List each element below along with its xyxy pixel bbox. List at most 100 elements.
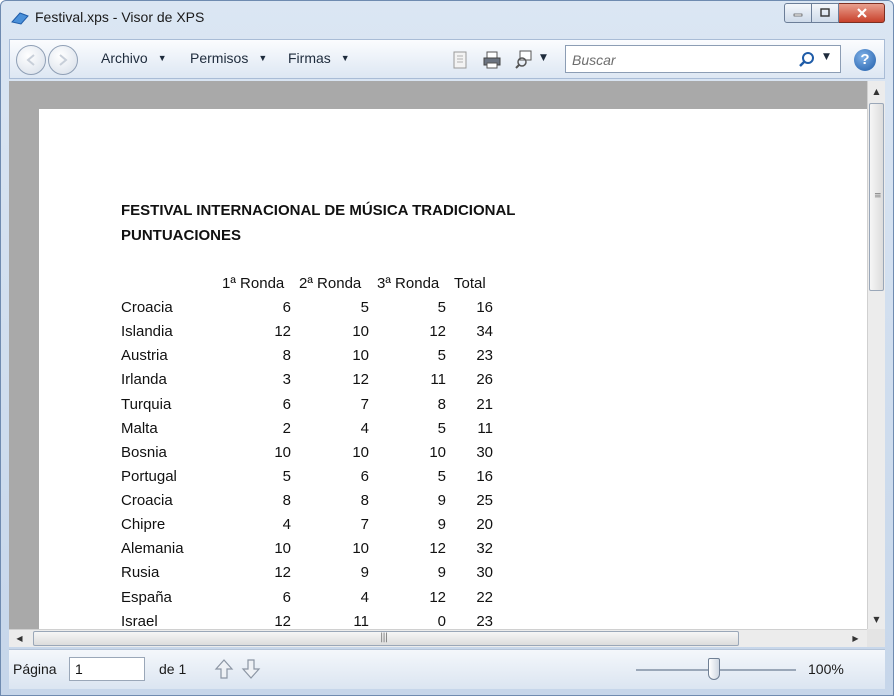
total-score: 22 bbox=[476, 589, 493, 606]
country-name: Irlanda bbox=[121, 371, 167, 388]
table-row: Irlanda 3 12 11 26 bbox=[121, 371, 501, 395]
table-row: Israel 12 11 0 23 bbox=[121, 613, 501, 629]
vertical-scrollbar[interactable]: ▲ ≡ ▼ bbox=[867, 81, 885, 629]
round-1-score: 6 bbox=[282, 396, 291, 413]
document-icon[interactable] bbox=[450, 50, 470, 70]
country-name: Croacia bbox=[121, 492, 173, 509]
round-2-score: 9 bbox=[360, 564, 369, 581]
table-row: Bosnia 10 10 10 30 bbox=[121, 444, 501, 468]
back-button[interactable] bbox=[16, 45, 46, 75]
menu-archivo[interactable]: Archivo ▼ bbox=[101, 50, 167, 66]
round-3-score: 5 bbox=[437, 468, 446, 485]
total-score: 11 bbox=[477, 420, 493, 437]
round-3-score: 12 bbox=[429, 589, 446, 606]
chevron-down-icon[interactable]: ▼ bbox=[823, 52, 830, 62]
table-row: Portugal 5 6 5 16 bbox=[121, 468, 501, 492]
round-1-score: 8 bbox=[282, 492, 291, 509]
round-1-score: 5 bbox=[282, 468, 291, 485]
total-score: 32 bbox=[476, 540, 493, 557]
forward-button[interactable] bbox=[48, 45, 78, 75]
round-1-score: 10 bbox=[274, 540, 291, 557]
page-down-icon[interactable] bbox=[241, 657, 261, 681]
minimize-button[interactable] bbox=[784, 3, 812, 23]
country-name: Turquia bbox=[121, 396, 172, 413]
document-page: FESTIVAL INTERNACIONAL DE MÚSICA TRADICI… bbox=[39, 109, 867, 629]
country-name: Israel bbox=[121, 613, 158, 629]
grip-icon: ||| bbox=[380, 632, 388, 643]
chevron-down-icon: ▼ bbox=[157, 53, 167, 63]
menu-permisos[interactable]: Permisos ▼ bbox=[190, 50, 267, 66]
horizontal-scrollbar[interactable]: ◀ ||| ▶ bbox=[9, 629, 867, 647]
printer-icon[interactable] bbox=[482, 50, 502, 70]
total-score: 30 bbox=[476, 564, 493, 581]
round-1-score: 3 bbox=[282, 371, 291, 388]
round-2-score: 10 bbox=[352, 347, 369, 364]
page-count-label: de 1 bbox=[159, 661, 187, 677]
round-1-score: 12 bbox=[274, 323, 291, 340]
total-score: 20 bbox=[476, 516, 493, 533]
document-title: FESTIVAL INTERNACIONAL DE MÚSICA TRADICI… bbox=[121, 202, 516, 219]
menu-firmas[interactable]: Firmas ▼ bbox=[288, 50, 350, 66]
search-box[interactable]: ▼ bbox=[565, 45, 841, 73]
total-score: 21 bbox=[476, 396, 493, 413]
round-3-score: 0 bbox=[437, 613, 446, 629]
round-3-score: 9 bbox=[437, 516, 446, 533]
round-3-score: 5 bbox=[437, 299, 446, 316]
search-icon[interactable] bbox=[798, 51, 816, 69]
total-score: 30 bbox=[476, 444, 493, 461]
search-input[interactable] bbox=[572, 50, 792, 70]
table-row: Austria 8 10 5 23 bbox=[121, 347, 501, 371]
scroll-up-arrow-icon[interactable]: ▲ bbox=[868, 83, 885, 100]
scroll-down-arrow-icon[interactable]: ▼ bbox=[868, 611, 885, 628]
country-name: Chipre bbox=[121, 516, 166, 533]
zoom-icon[interactable] bbox=[514, 50, 534, 70]
table-row: España 6 4 12 22 bbox=[121, 589, 501, 613]
country-name: Alemania bbox=[121, 540, 184, 557]
table-row: Rusia 12 9 9 30 bbox=[121, 564, 501, 588]
round-1-score: 12 bbox=[274, 613, 291, 629]
close-button[interactable] bbox=[839, 3, 885, 23]
chevron-down-icon: ▼ bbox=[340, 53, 350, 63]
total-score: 16 bbox=[476, 468, 493, 485]
scroll-right-arrow-icon[interactable]: ▶ bbox=[847, 630, 864, 647]
country-name: Islandia bbox=[121, 323, 173, 340]
table-row: Malta 2 4 5 11 bbox=[121, 420, 501, 444]
horizontal-scroll-thumb[interactable]: ||| bbox=[33, 631, 739, 646]
scrollbar-corner bbox=[867, 629, 885, 647]
title-bar: Festival.xps - Visor de XPS bbox=[1, 1, 893, 35]
app-icon bbox=[11, 12, 29, 25]
zoom-slider-thumb[interactable] bbox=[708, 658, 720, 680]
round-3-score: 5 bbox=[437, 347, 446, 364]
menu-permisos-label: Permisos bbox=[190, 50, 249, 66]
round-3-score: 10 bbox=[429, 444, 446, 461]
round-3-score: 9 bbox=[437, 492, 446, 509]
window-title: Festival.xps - Visor de XPS bbox=[35, 9, 205, 25]
status-bar: Página de 1 100% bbox=[9, 649, 885, 689]
total-score: 25 bbox=[476, 492, 493, 509]
round-1-score: 10 bbox=[274, 444, 291, 461]
page-number-input[interactable] bbox=[69, 657, 145, 681]
menu-archivo-label: Archivo bbox=[101, 50, 148, 66]
country-name: España bbox=[121, 589, 172, 606]
country-name: Malta bbox=[121, 420, 158, 437]
help-icon[interactable]: ? bbox=[854, 49, 876, 71]
table-row: Croacia 6 5 5 16 bbox=[121, 299, 501, 323]
country-name: Bosnia bbox=[121, 444, 167, 461]
xps-viewer-window: Festival.xps - Visor de XPS Archivo ▼ Pe… bbox=[0, 0, 894, 696]
forward-icon bbox=[59, 54, 68, 66]
scroll-left-arrow-icon[interactable]: ◀ bbox=[11, 630, 28, 647]
round-1-score: 6 bbox=[282, 299, 291, 316]
column-header: 2ª Ronda bbox=[299, 275, 362, 292]
grip-icon: ≡ bbox=[874, 191, 882, 201]
vertical-scroll-thumb[interactable]: ≡ bbox=[869, 103, 884, 291]
table-row: Islandia 12 10 12 34 bbox=[121, 323, 501, 347]
total-score: 16 bbox=[476, 299, 493, 316]
total-score: 26 bbox=[476, 371, 493, 388]
page-up-icon[interactable] bbox=[214, 657, 234, 681]
chevron-down-icon[interactable]: ▼ bbox=[540, 53, 560, 73]
chevron-down-icon: ▼ bbox=[258, 53, 268, 63]
round-3-score: 12 bbox=[429, 323, 446, 340]
maximize-button[interactable] bbox=[812, 3, 839, 23]
table-row: Croacia 8 8 9 25 bbox=[121, 492, 501, 516]
round-1-score: 12 bbox=[274, 564, 291, 581]
